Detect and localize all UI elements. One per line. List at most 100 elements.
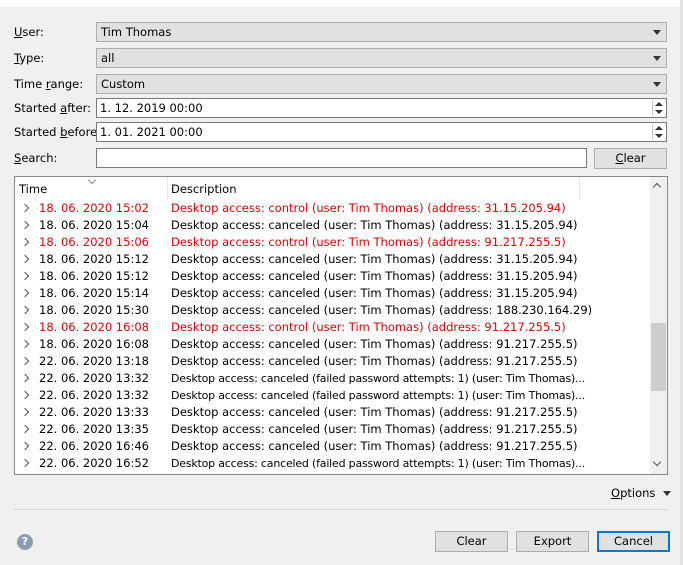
- time-range-value: Custom: [101, 77, 146, 91]
- scrollbar-thumb[interactable]: [651, 323, 666, 391]
- table-row[interactable]: 22. 06. 2020 13:32 Desktop access: cancel…: [15, 387, 649, 404]
- chevron-down-icon: [653, 56, 661, 61]
- expand-chevron-icon[interactable]: [20, 220, 30, 230]
- row-description: Desktop access: canceled (user: Tim Thom…: [171, 422, 578, 436]
- expand-chevron-icon[interactable]: [20, 390, 30, 400]
- expand-chevron-icon[interactable]: [20, 254, 30, 264]
- row-description: Desktop access: canceled (user: Tim Thom…: [171, 286, 578, 300]
- row-time: 18. 06. 2020 16:08: [39, 337, 149, 351]
- table-row[interactable]: 22. 06. 2020 13:18 Desktop access: cancel…: [15, 353, 649, 370]
- table-row[interactable]: 18. 06. 2020 15:14 Desktop access: cancel…: [15, 285, 649, 302]
- row-description: Desktop access: canceled (user: Tim Thom…: [171, 252, 578, 266]
- expand-chevron-icon[interactable]: [20, 322, 30, 332]
- row-time: 22. 06. 2020 16:52: [39, 456, 149, 470]
- started-after-spinner[interactable]: [652, 100, 665, 116]
- table-row[interactable]: 22. 06. 2020 13:32 Desktop access: cancel…: [15, 370, 649, 387]
- event-log-table[interactable]: Time Description 18. 06. 2020 15:02 Deskt…: [14, 176, 668, 475]
- table-row[interactable]: 22. 06. 2020 16:46 Desktop access: cancel…: [15, 438, 649, 455]
- table-body: 18. 06. 2020 15:02 Desktop access: contro…: [15, 200, 649, 472]
- scroll-up-icon[interactable]: [652, 182, 662, 192]
- cancel-button[interactable]: Cancel: [597, 531, 670, 552]
- started-before-value: 1. 01. 2021 00:00: [100, 125, 203, 139]
- spin-up-icon[interactable]: [655, 126, 663, 130]
- expand-chevron-icon[interactable]: [20, 305, 30, 315]
- row-description: Desktop access: canceled (user: Tim Thom…: [171, 354, 578, 368]
- started-before-field[interactable]: 1. 01. 2021 00:00: [96, 122, 667, 142]
- started-before-label: Started before:: [14, 125, 102, 139]
- row-time: 22. 06. 2020 13:32: [39, 371, 149, 385]
- row-time: 18. 06. 2020 16:08: [39, 320, 149, 334]
- column-header-time[interactable]: Time: [19, 182, 47, 196]
- expand-chevron-icon[interactable]: [20, 339, 30, 349]
- expand-chevron-icon[interactable]: [20, 458, 30, 468]
- started-after-label: Started after:: [14, 101, 92, 115]
- type-value: all: [101, 51, 115, 65]
- vertical-scrollbar[interactable]: [650, 177, 667, 474]
- expand-chevron-icon[interactable]: [20, 288, 30, 298]
- spin-down-icon[interactable]: [655, 134, 663, 138]
- table-row[interactable]: 18. 06. 2020 15:06 Desktop access: contro…: [15, 234, 649, 251]
- table-row[interactable]: 18. 06. 2020 16:08 Desktop access: cancel…: [15, 336, 649, 353]
- divider: [14, 509, 669, 510]
- row-time: 18. 06. 2020 15:02: [39, 201, 149, 215]
- table-row[interactable]: 22. 06. 2020 13:33 Desktop access: cancel…: [15, 404, 649, 421]
- row-time: 22. 06. 2020 13:33: [39, 405, 149, 419]
- row-description: Desktop access: canceled (user: Tim Thom…: [171, 405, 578, 419]
- time-range-label: Time range:: [14, 77, 84, 91]
- row-time: 18. 06. 2020 15:12: [39, 252, 149, 266]
- sort-descending-icon: [87, 177, 97, 185]
- time-range-combobox[interactable]: Custom: [96, 74, 667, 94]
- clear-search-button[interactable]: Clear: [594, 148, 667, 169]
- row-time: 22. 06. 2020 13:32: [39, 388, 149, 402]
- table-row[interactable]: 18. 06. 2020 15:02 Desktop access: contro…: [15, 200, 649, 217]
- row-description: Desktop access: control (user: Tim Thoma…: [171, 320, 566, 334]
- expand-chevron-icon[interactable]: [20, 424, 30, 434]
- options-menu-button[interactable]: Options: [611, 485, 672, 501]
- expand-chevron-icon[interactable]: [20, 373, 30, 383]
- row-description: Desktop access: canceled (user: Tim Thom…: [171, 337, 578, 351]
- table-row[interactable]: 18. 06. 2020 15:12 Desktop access: cancel…: [15, 268, 649, 285]
- table-header: Time Description: [15, 177, 649, 199]
- column-header-description[interactable]: Description: [171, 182, 237, 196]
- scroll-down-icon[interactable]: [652, 457, 662, 467]
- table-row[interactable]: 18. 06. 2020 15:04 Desktop access: cancel…: [15, 217, 649, 234]
- search-label: Search:: [14, 151, 58, 165]
- expand-chevron-icon[interactable]: [20, 356, 30, 366]
- table-row[interactable]: 18. 06. 2020 15:12 Desktop access: cancel…: [15, 251, 649, 268]
- table-row[interactable]: 18. 06. 2020 15:30 Desktop access: cancel…: [15, 302, 649, 319]
- type-combobox[interactable]: all: [96, 48, 667, 68]
- row-description: Desktop access: canceled (user: Tim Thom…: [171, 218, 578, 232]
- type-label: Type:: [14, 51, 45, 65]
- row-time: 18. 06. 2020 15:06: [39, 235, 149, 249]
- row-description: Desktop access: canceled (user: Tim Thom…: [171, 439, 578, 453]
- user-label: User:: [14, 25, 44, 39]
- started-after-field[interactable]: 1. 12. 2019 00:00: [96, 98, 667, 118]
- expand-chevron-icon[interactable]: [20, 271, 30, 281]
- user-value: Tim Thomas: [101, 25, 172, 39]
- table-row[interactable]: 18. 06. 2020 16:08 Desktop access: contro…: [15, 319, 649, 336]
- expand-chevron-icon[interactable]: [20, 237, 30, 247]
- spin-down-icon[interactable]: [655, 110, 663, 114]
- chevron-down-icon: [663, 491, 672, 496]
- spin-up-icon[interactable]: [655, 102, 663, 106]
- expand-chevron-icon[interactable]: [20, 441, 30, 451]
- row-description: Desktop access: canceled (failed passwor…: [171, 457, 585, 470]
- expand-chevron-icon[interactable]: [20, 203, 30, 213]
- row-time: 22. 06. 2020 16:46: [39, 439, 149, 453]
- column-separator[interactable]: [579, 177, 580, 199]
- clear-button[interactable]: Clear: [435, 531, 508, 552]
- search-input[interactable]: [96, 148, 587, 168]
- row-description: Desktop access: canceled (user: Tim Thom…: [171, 303, 593, 317]
- row-description: Desktop access: control (user: Tim Thoma…: [171, 235, 566, 249]
- table-row[interactable]: 22. 06. 2020 16:52 Desktop access: cancel…: [15, 455, 649, 472]
- started-before-spinner[interactable]: [652, 124, 665, 140]
- user-combobox[interactable]: Tim Thomas: [96, 22, 667, 42]
- column-separator[interactable]: [167, 177, 168, 199]
- top-strip: [0, 0, 683, 7]
- table-row[interactable]: 22. 06. 2020 13:35 Desktop access: cancel…: [15, 421, 649, 438]
- expand-chevron-icon[interactable]: [20, 407, 30, 417]
- help-icon[interactable]: ?: [17, 534, 33, 550]
- export-button[interactable]: Export: [516, 531, 589, 552]
- row-description: Desktop access: canceled (user: Tim Thom…: [171, 269, 578, 283]
- chevron-down-icon: [653, 30, 661, 35]
